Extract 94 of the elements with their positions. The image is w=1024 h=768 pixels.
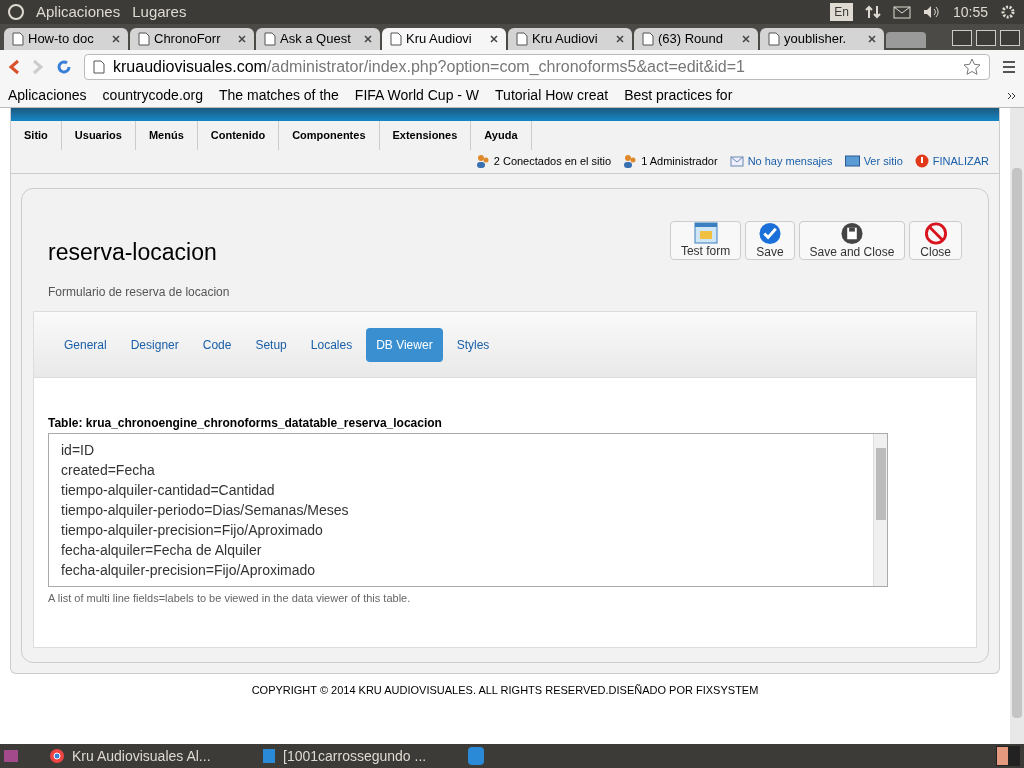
copyright-text: COPYRIGHT © 2014 KRU AUDIOVISUALES. ALL RIGHTS RESERVED.DISEÑADO POR FIXSYSTEM xyxy=(250,682,760,698)
field-help: A list of multi line fields=labels to be viewed in the data viewer of this table. xyxy=(48,591,412,606)
tab-title: How-to doc xyxy=(28,30,95,49)
network-icon[interactable] xyxy=(864,4,881,20)
close-icon xyxy=(923,221,948,245)
form-tab[interactable]: Setup xyxy=(245,327,297,362)
bookmark[interactable]: Aplicaciones xyxy=(8,85,87,106)
form-tab[interactable]: Styles xyxy=(446,327,500,362)
status-link[interactable]: No hay mensajes xyxy=(747,152,833,170)
tab-title: (63) Round xyxy=(658,30,725,49)
form-tab[interactable]: Locales xyxy=(300,327,363,362)
taskbar-item[interactable]: Kru Audiovisuales Al... xyxy=(42,745,247,767)
maximize-icon[interactable] xyxy=(976,30,996,46)
toolbar-button[interactable]: Save xyxy=(745,220,795,260)
browser-tab[interactable]: Kru Audiovi xyxy=(382,28,506,50)
field-line: created=Fecha xyxy=(61,461,156,480)
field-line: fecha-alquiler-precision=Fijo/Aproximado xyxy=(61,561,317,580)
field-line: tiempo-alquiler-cantidad=Cantidad xyxy=(61,481,276,500)
monitor-icon xyxy=(844,155,860,167)
taskbar-item[interactable]: [1001carrossegundo ... xyxy=(255,745,460,767)
tab-title: Kru Audiovi xyxy=(406,30,473,49)
field-line: tiempo-alquiler-periodo=Dias/Semanas/Meses xyxy=(61,501,350,520)
page-icon xyxy=(93,60,105,74)
bookmark[interactable]: Best practices for xyxy=(624,85,733,106)
close-icon[interactable] xyxy=(742,35,750,43)
page-scrollbar[interactable] xyxy=(1010,108,1024,744)
page-icon xyxy=(642,32,654,46)
form-title: reserva-locacion xyxy=(48,237,218,267)
close-icon[interactable] xyxy=(364,35,372,43)
tab-title: youblisher. xyxy=(784,30,848,49)
page-icon xyxy=(516,32,528,46)
tab-title: ChronoForr xyxy=(154,30,222,49)
ubuntu-logo-icon xyxy=(8,4,24,20)
tab-title: Kru Audiovi xyxy=(532,30,599,49)
star-icon[interactable] xyxy=(963,58,981,76)
field-line: fecha-alquiler=Fecha de Alquiler xyxy=(61,541,263,560)
page-icon xyxy=(264,32,276,46)
workspace-switcher[interactable] xyxy=(996,746,1020,766)
keyboard-indicator[interactable]: En xyxy=(830,3,853,21)
panel-menu[interactable]: Lugares xyxy=(132,0,187,24)
status-link[interactable]: Ver sitio xyxy=(863,152,903,170)
clock[interactable]: 10:55 xyxy=(952,1,988,23)
power-icon xyxy=(914,154,929,168)
field-label: Table: krua_chronoengine_chronoforms_datatable_reserva_locacion xyxy=(48,415,443,432)
close-icon[interactable] xyxy=(616,35,624,43)
users-icon xyxy=(475,154,490,168)
toolbar-button[interactable]: Save and Close xyxy=(798,220,906,260)
form-description: Formulario de reserva de locacion xyxy=(48,284,230,301)
page-icon xyxy=(768,32,780,46)
url-text: kruaudiovisuales.com/administrator/index.php?option=com_chronoforms5&act=edit&id=1 xyxy=(113,57,746,77)
mail-icon[interactable] xyxy=(892,5,911,19)
field-line: tiempo-alquiler-precision=Fijo/Aproximado xyxy=(61,521,324,540)
status-link[interactable]: FINALIZAR xyxy=(932,152,989,170)
volume-icon[interactable] xyxy=(922,5,941,19)
panel-menu[interactable]: Aplicaciones xyxy=(36,0,121,24)
chrome-logo-icon xyxy=(50,749,64,763)
browser-tab[interactable]: youblisher. xyxy=(760,28,884,50)
close-icon[interactable] xyxy=(490,35,498,43)
page-icon xyxy=(390,32,402,46)
form-tab[interactable]: Code xyxy=(192,327,242,362)
floppy-disk-icon xyxy=(839,221,864,245)
browser-tab[interactable]: (63) Round xyxy=(634,28,758,50)
form-tab[interactable]: General xyxy=(54,327,117,362)
checkmark-icon xyxy=(757,221,782,245)
page-icon xyxy=(138,32,150,46)
menu-icon[interactable] xyxy=(1002,60,1016,74)
window-icon xyxy=(693,221,718,244)
users-icon xyxy=(623,154,638,168)
textarea-field[interactable] xyxy=(48,433,888,587)
bookmark[interactable]: The matches of the xyxy=(219,85,339,106)
browser-tab[interactable]: How-to doc xyxy=(4,28,128,50)
bookmark[interactable]: Tutorial How creat xyxy=(495,85,609,106)
bookmark[interactable]: FIFA World Cup - W xyxy=(354,85,480,106)
browser-tab[interactable]: Kru Audiovi xyxy=(508,28,632,50)
toolbar-button[interactable]: Close xyxy=(909,220,962,260)
reload-icon[interactable] xyxy=(56,59,72,75)
form-tab[interactable]: Designer xyxy=(120,327,189,362)
toolbar-button[interactable]: Test form xyxy=(669,220,742,260)
browser-tab[interactable]: ChronoForr xyxy=(130,28,254,50)
chevron-icon[interactable] xyxy=(1007,91,1016,100)
field-line: id=ID xyxy=(61,441,96,460)
mail-icon xyxy=(729,155,744,167)
minimize-icon[interactable] xyxy=(952,30,972,46)
ide-logo-icon xyxy=(263,749,275,763)
bookmark[interactable]: countrycode.org xyxy=(102,85,203,106)
browser-tab[interactable]: Ask a Quest xyxy=(256,28,380,50)
close-icon[interactable] xyxy=(868,35,876,43)
address-bar[interactable]: kruaudiovisuales.com/administrator/index.php?option=com_chronoforms5&act=edit&id=1 xyxy=(84,54,990,80)
page-icon xyxy=(12,32,24,46)
close-icon[interactable] xyxy=(112,35,120,43)
tab-title: Ask a Quest xyxy=(280,30,352,49)
gear-icon[interactable] xyxy=(1000,4,1016,20)
scrollbar[interactable] xyxy=(873,434,887,586)
close-icon[interactable] xyxy=(238,35,246,43)
